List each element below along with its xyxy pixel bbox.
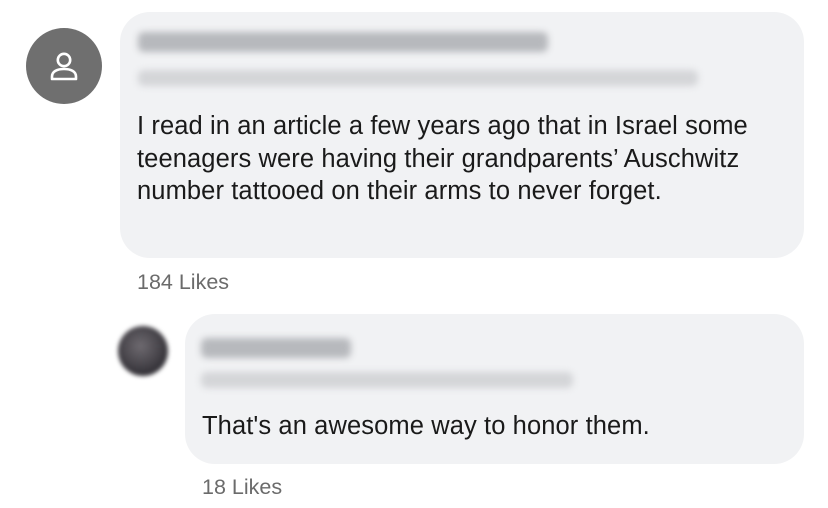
- comment-like-count[interactable]: 184 Likes: [137, 270, 229, 295]
- comment-thread: I read in an article a few years ago tha…: [0, 0, 828, 508]
- reply-author-headline-redacted: [201, 372, 573, 388]
- reply-author-name-redacted[interactable]: [201, 338, 351, 358]
- commenter-headline-redacted: [138, 70, 698, 86]
- reply-text: That's an awesome way to honor them.: [202, 412, 650, 440]
- reply-like-count[interactable]: 18 Likes: [202, 475, 282, 500]
- reply-avatar[interactable]: [118, 326, 168, 376]
- reply-bubble: That's an awesome way to honor them.: [185, 314, 804, 464]
- comment-bubble: I read in an article a few years ago tha…: [120, 12, 804, 258]
- commenter-name-redacted[interactable]: [138, 32, 548, 52]
- comment-text: I read in an article a few years ago tha…: [137, 112, 748, 205]
- person-icon: [50, 52, 78, 81]
- commenter-avatar[interactable]: [26, 28, 102, 104]
